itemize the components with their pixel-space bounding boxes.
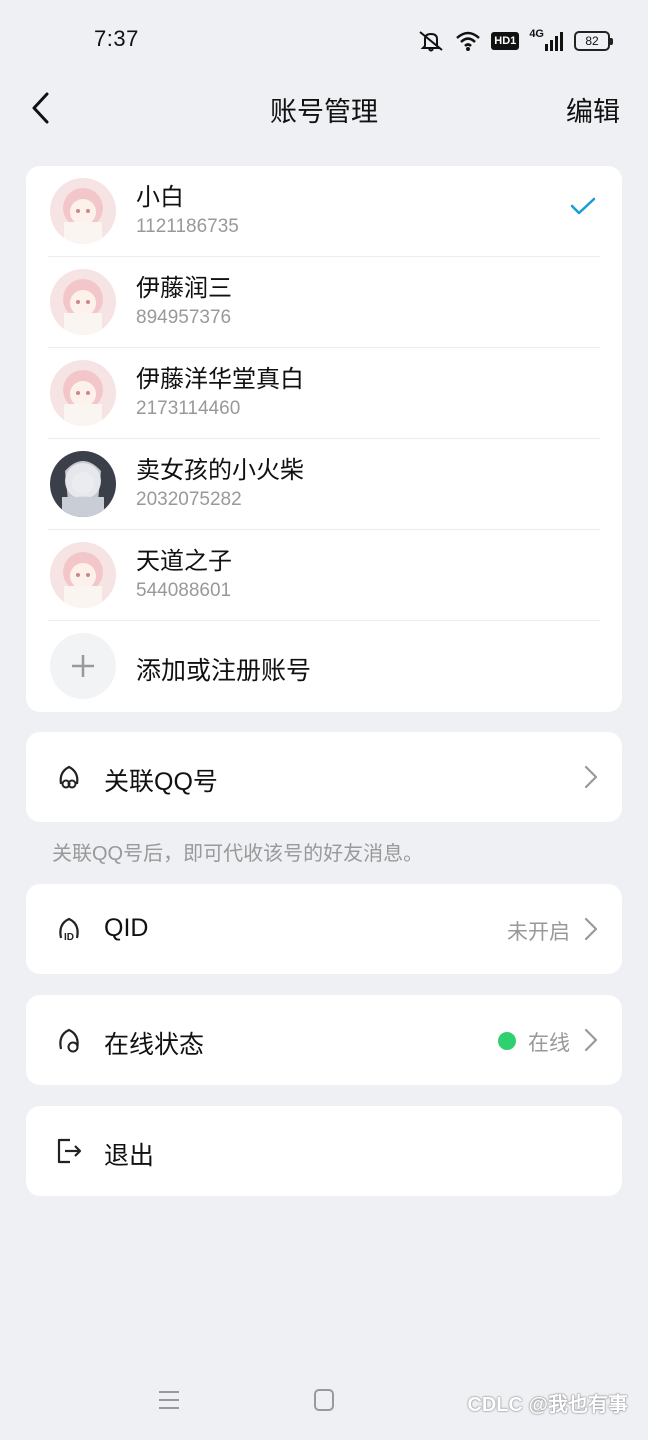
qq-link-icon: [59, 765, 79, 789]
edit-button[interactable]: 编辑: [566, 90, 620, 129]
logout-icon: [57, 1138, 82, 1164]
avatar: [50, 360, 116, 426]
account-name: 伊藤润三: [136, 275, 232, 302]
account-id: 2032075282: [136, 489, 242, 510]
account-id: 544088601: [136, 580, 232, 601]
account-name: 天道之子: [136, 548, 232, 575]
account-item[interactable]: 小白 1121186735: [26, 166, 622, 257]
account-item[interactable]: 天道之子 544088601: [26, 530, 622, 621]
chevron-right-icon: [584, 917, 598, 941]
add-account-label: 添加或注册账号: [136, 657, 312, 685]
online-status-label: 在线状态: [104, 1031, 205, 1059]
check-icon: [570, 197, 596, 215]
add-circle: [50, 633, 116, 699]
qid-icon: ID: [59, 917, 79, 943]
svg-text:ID: ID: [64, 932, 74, 943]
page-title: 账号管理: [270, 97, 378, 127]
hd-icon: HD1: [491, 32, 520, 50]
account-item[interactable]: 卖女孩的小火柴 2032075282: [26, 439, 622, 530]
qid-row[interactable]: ID QID 未开启: [26, 884, 622, 974]
account-name: 卖女孩的小火柴: [136, 457, 304, 484]
battery-icon: 82: [574, 31, 613, 51]
account-id: 2173114460: [136, 398, 241, 419]
avatar: [50, 542, 116, 608]
avatar: [50, 269, 116, 335]
account-id: 1121186735: [136, 216, 239, 237]
system-nav-bar: CDLC @我也有事: [0, 1380, 648, 1420]
online-status-row[interactable]: 在线状态 在线: [26, 995, 622, 1085]
signal-icon: 4G: [529, 28, 564, 52]
online-dot: [498, 1032, 516, 1050]
chevron-right-icon: [584, 1028, 598, 1052]
logout-label: 退出: [104, 1142, 155, 1170]
avatar: [50, 451, 116, 517]
wifi-icon: [455, 30, 481, 52]
status-icons: HD1 4G 82: [417, 28, 613, 54]
nav-bar: 账号管理 编辑: [0, 80, 648, 136]
account-name: 伊藤洋华堂真白: [136, 366, 304, 393]
mute-bell-icon: [417, 30, 445, 52]
qid-label: QID: [104, 914, 149, 942]
logout-row[interactable]: 退出: [26, 1106, 622, 1196]
accounts-card: 小白 1121186735 伊藤润三 894957376 伊藤洋华堂真白 217…: [26, 166, 622, 712]
account-name: 小白: [136, 184, 184, 211]
menu-icon[interactable]: [157, 1388, 181, 1412]
status-bar: 7:37 HD1 4G 82: [0, 0, 648, 80]
link-qq-label: 关联QQ号: [104, 768, 218, 796]
status-time: 7:37: [94, 26, 139, 51]
plus-icon: [72, 655, 94, 677]
watermark: CDLC @我也有事: [467, 1394, 628, 1416]
online-status-icon: [59, 1028, 79, 1053]
link-qq-hint: 关联QQ号后，即可代收该号的好友消息。: [52, 843, 424, 865]
qid-value: 未开启: [507, 921, 570, 944]
network-type: 4G: [529, 28, 544, 40]
account-item[interactable]: 伊藤润三 894957376: [26, 257, 622, 348]
account-id: 894957376: [136, 307, 232, 328]
account-item[interactable]: 伊藤洋华堂真白 2173114460: [26, 348, 622, 439]
online-status-value: 在线: [528, 1032, 570, 1055]
avatar: [50, 178, 116, 244]
add-account-button[interactable]: 添加或注册账号: [26, 621, 622, 712]
home-icon[interactable]: [313, 1388, 335, 1412]
chevron-right-icon: [584, 765, 598, 789]
link-qq-row[interactable]: 关联QQ号: [26, 732, 622, 822]
